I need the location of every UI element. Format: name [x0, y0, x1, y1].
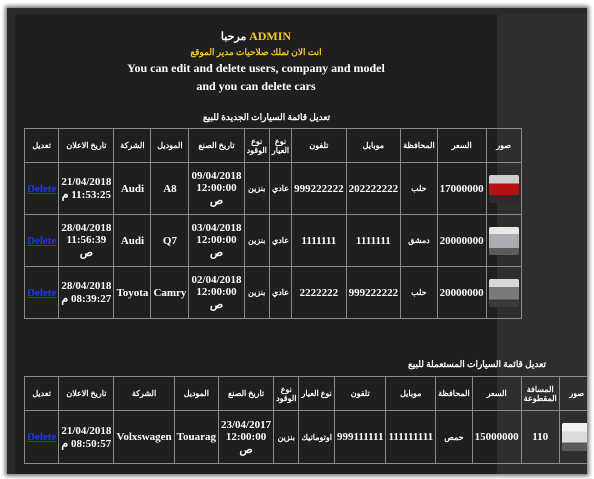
table-header-row: صور المسافة المقطوعة السعر المحافظة موبا… — [23, 376, 587, 411]
col-images: صور — [485, 128, 522, 163]
col-gear: نوع العيار — [268, 128, 293, 163]
table-row: 110 15000000 حمص 111111111 999111111 اوت… — [23, 410, 587, 464]
used-cars-table: صور المسافة المقطوعة السعر المحافظة موبا… — [23, 376, 587, 464]
gear-cell: عادي — [268, 266, 293, 319]
col-mobile: موبايل — [345, 128, 402, 163]
model-cell: Q7 — [150, 214, 190, 267]
fuel-cell: بنزين — [243, 162, 270, 215]
window-frame: مرحبا ADMIN انت الان تملك صلاحيات مدير ا… — [7, 8, 587, 474]
used-cars-caption: تعديل قائمة السيارات المستعملة للبيع — [408, 359, 547, 369]
fuel-cell: بنزين — [273, 410, 300, 464]
admin-name: ADMIN — [249, 29, 292, 43]
col-company: الشركة — [113, 376, 175, 411]
welcome-text: مرحبا — [220, 31, 247, 43]
gear-cell: عادي — [268, 214, 293, 267]
col-price: السعر — [436, 128, 487, 163]
col-manufacture-date: تاريخ الصنع — [217, 376, 275, 411]
company-cell: Audi — [113, 162, 152, 215]
edit-cell: Delete — [23, 214, 60, 267]
province-cell: حلب — [400, 162, 438, 215]
province-cell: حلب — [400, 266, 438, 319]
table-row: 17000000 حلب 202222222 999222222 عادي بن… — [23, 162, 522, 215]
gear-cell: عادي — [268, 162, 293, 215]
col-province: المحافظة — [400, 128, 438, 163]
col-edit: تعديل — [23, 128, 60, 163]
phone-cell: 1111111 — [291, 214, 347, 267]
model-cell: Touarag — [173, 410, 219, 464]
edit-cell: Delete — [23, 162, 60, 215]
car-image-cell — [485, 214, 522, 267]
manufacture-date-cell: 03/04/2018 12:00:00 ص — [188, 214, 245, 267]
col-gear: نوع العيار — [298, 376, 335, 411]
col-phone: تلفون — [291, 128, 347, 163]
welcome-heading: مرحبا ADMIN — [15, 29, 497, 44]
ad-date-cell: 28/04/2018 11:56:39 ص — [58, 214, 115, 267]
ad-date-cell: 28/04/2018 08:39:27 م — [58, 266, 115, 319]
gear-cell: اوتوماتيك — [298, 410, 335, 464]
col-ad-date: تاريخ الاعلان — [58, 128, 115, 163]
col-price: السعر — [471, 376, 522, 411]
model-cell: A8 — [150, 162, 190, 215]
col-distance: المسافة المقطوعة — [520, 376, 560, 411]
price-cell: 20000000 — [436, 266, 487, 319]
col-images: صور — [558, 376, 587, 411]
new-cars-table: صور السعر المحافظة موبايل تلفون نوع العي… — [23, 128, 522, 319]
edit-cell: Delete — [23, 266, 60, 319]
red-car-icon[interactable] — [488, 174, 519, 203]
manufacture-date-cell: 02/04/2018 12:00:00 ص — [188, 266, 245, 319]
fuel-cell: بنزين — [243, 266, 270, 319]
delete-link[interactable]: Delete — [27, 183, 56, 195]
province-cell: حمص — [435, 410, 473, 464]
ad-date-cell: 21/04/2018 11:53:25 م — [58, 162, 115, 215]
col-model: الموديل — [173, 376, 219, 411]
manufacture-date-cell: 09/04/2018 12:00:00 ص — [188, 162, 245, 215]
car-image-cell — [558, 410, 587, 464]
table-row: 20000000 دمشق 1111111 1111111 عادي بنزين… — [23, 214, 522, 267]
province-cell: دمشق — [400, 214, 438, 267]
manufacture-date-cell: 23/04/2017 12:00:00 ص — [217, 410, 275, 464]
info-line-2: and you can delete cars — [196, 79, 316, 93]
company-cell: Audi — [113, 214, 152, 267]
edit-cell: Delete — [23, 410, 60, 464]
col-ad-date: تاريخ الاعلان — [58, 376, 115, 411]
col-province: المحافظة — [435, 376, 473, 411]
col-fuel: نوع الوقود — [273, 376, 300, 411]
col-fuel: نوع الوقود — [243, 128, 270, 163]
col-mobile: موبايل — [385, 376, 437, 411]
permissions-notice: انت الان تملك صلاحيات مدير الموقع — [190, 47, 322, 57]
col-manufacture-date: تاريخ الصنع — [188, 128, 245, 163]
delete-link[interactable]: Delete — [27, 431, 56, 443]
mobile-cell: 1111111 — [345, 214, 402, 267]
delete-link[interactable]: Delete — [27, 287, 56, 299]
delete-link[interactable]: Delete — [27, 235, 56, 247]
phone-cell: 999222222 — [291, 162, 347, 215]
phone-cell: 2222222 — [291, 266, 347, 319]
table-header-row: صور السعر المحافظة موبايل تلفون نوع العي… — [23, 128, 522, 163]
price-cell: 20000000 — [436, 214, 487, 267]
mobile-cell: 999222222 — [345, 266, 402, 319]
phone-cell: 999111111 — [333, 410, 387, 464]
distance-cell: 110 — [520, 410, 560, 464]
fuel-cell: بنزين — [243, 214, 270, 267]
grey-car-icon[interactable] — [488, 278, 519, 307]
col-company: الشركة — [113, 128, 152, 163]
ad-date-cell: 21/04/2018 08:50:57 م — [58, 410, 115, 464]
silver-suv-icon[interactable] — [488, 226, 519, 255]
col-edit: تعديل — [23, 376, 60, 411]
company-cell: Toyota — [113, 266, 152, 319]
price-cell: 15000000 — [471, 410, 522, 464]
model-cell: Camry — [150, 266, 190, 319]
car-image-cell — [485, 162, 522, 215]
info-line-1: You can edit and delete users, company a… — [127, 61, 385, 75]
price-cell: 17000000 — [436, 162, 487, 215]
table-row: 20000000 حلب 999222222 2222222 عادي بنزي… — [23, 266, 522, 319]
company-cell: Volxswagen — [113, 410, 175, 464]
white-suv-icon[interactable] — [561, 423, 587, 451]
car-image-cell — [485, 266, 522, 319]
col-model: الموديل — [150, 128, 190, 163]
new-cars-caption: تعديل قائمة السيارات الجديدة للبيع — [203, 112, 331, 122]
mobile-cell: 111111111 — [385, 410, 437, 464]
mobile-cell: 202222222 — [345, 162, 402, 215]
col-phone: تلفون — [333, 376, 387, 411]
